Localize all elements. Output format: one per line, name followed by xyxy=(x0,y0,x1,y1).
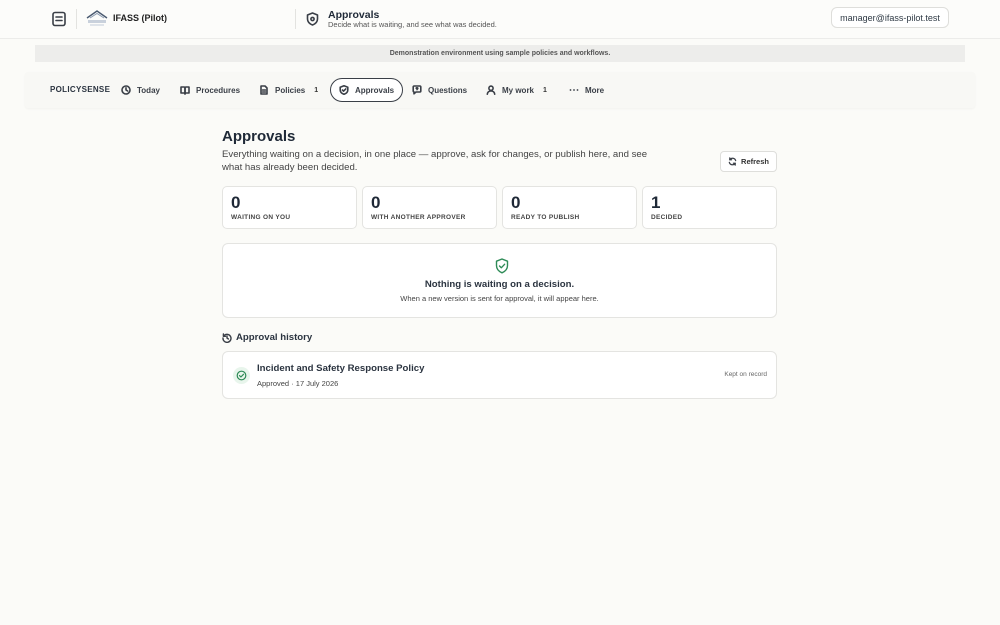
my-work-count-badge: 1 xyxy=(543,86,547,94)
nav-item-questions[interactable]: Questions xyxy=(412,78,467,102)
top-bar: IFASS (Pilot) Approvals Decide what is w… xyxy=(0,0,1000,39)
empty-state-panel: Nothing is waiting on a decision. When a… xyxy=(222,243,777,318)
brand-label: POLICYSENSE xyxy=(50,85,111,94)
app-menu-icon[interactable] xyxy=(51,11,67,27)
nav-label: My work xyxy=(502,85,535,95)
refresh-button[interactable]: Refresh xyxy=(720,151,777,172)
history-icon xyxy=(222,333,232,343)
document-icon xyxy=(260,85,268,95)
nav-item-policies[interactable]: Policies 1 xyxy=(259,78,318,102)
stat-label: WITH ANOTHER APPROVER xyxy=(371,214,466,221)
stat-label: WAITING ON YOU xyxy=(231,214,291,221)
shield-icon xyxy=(339,85,349,95)
chat-icon xyxy=(412,85,422,95)
user-icon xyxy=(486,85,496,95)
main-nav: POLICYSENSE Today Procedures Policies 1 … xyxy=(25,72,975,108)
history-item-meta: Approved · 17 July 2026 xyxy=(257,379,339,388)
empty-state-title: Nothing is waiting on a decision. xyxy=(424,279,575,290)
stat-ready-to-publish[interactable]: 0 READY TO PUBLISH xyxy=(502,186,637,229)
stat-value: 0 xyxy=(511,193,521,212)
page-title: Approvals xyxy=(222,128,296,145)
nav-item-more[interactable]: More xyxy=(569,78,604,102)
refresh-icon xyxy=(728,157,737,166)
nav-label: More xyxy=(585,85,605,95)
nav-item-procedures[interactable]: Procedures xyxy=(180,78,240,102)
shield-icon xyxy=(306,12,319,26)
policies-count-badge: 1 xyxy=(314,86,319,94)
stat-decided[interactable]: 1 DECIDED xyxy=(642,186,777,229)
nav-item-today[interactable]: Today xyxy=(121,78,160,102)
stat-with-another-approver[interactable]: 0 WITH ANOTHER APPROVER xyxy=(362,186,497,229)
nav-label: Approvals xyxy=(355,85,395,95)
header-divider xyxy=(295,9,296,29)
refresh-label: Refresh xyxy=(741,157,769,166)
shield-check-icon xyxy=(495,258,509,274)
nav-label: Questions xyxy=(428,85,468,95)
nav-item-my-work[interactable]: My work 1 xyxy=(486,78,547,102)
org-name[interactable]: IFASS (Pilot) xyxy=(113,13,167,23)
header-divider xyxy=(76,9,77,29)
stat-value: 0 xyxy=(231,193,241,212)
account-button[interactable]: manager@ifass-pilot.test xyxy=(831,7,949,28)
org-logo-icon xyxy=(86,10,108,26)
nav-item-approvals[interactable]: Approvals xyxy=(330,78,404,102)
stat-label: DECIDED xyxy=(651,214,683,221)
book-icon xyxy=(180,86,190,95)
stat-value: 0 xyxy=(371,193,381,212)
stat-waiting-on-you[interactable]: 0 WAITING ON YOU xyxy=(222,186,357,229)
history-item-status: Kept on record xyxy=(724,371,767,378)
check-circle-icon xyxy=(236,370,247,381)
stat-value: 1 xyxy=(651,193,661,212)
nav-label: Policies xyxy=(275,85,306,95)
empty-state-subtitle: When a new version is sent for approval,… xyxy=(400,294,599,303)
history-item[interactable]: Incident and Safety Response Policy Appr… xyxy=(222,351,777,399)
context-subtitle: Decide what is waiting, and see what was… xyxy=(328,20,497,29)
stat-label: READY TO PUBLISH xyxy=(511,214,580,221)
nav-label: Procedures xyxy=(196,85,241,95)
approved-badge xyxy=(233,367,250,384)
demo-banner: Demonstration environment using sample p… xyxy=(35,45,965,62)
history-section-title: Approval history xyxy=(236,332,313,343)
nav-label: Today xyxy=(137,85,160,95)
page-description: Everything waiting on a decision, in one… xyxy=(222,149,648,173)
ellipsis-icon xyxy=(569,89,579,91)
history-item-name[interactable]: Incident and Safety Response Policy xyxy=(257,363,424,374)
clock-icon xyxy=(121,85,131,95)
